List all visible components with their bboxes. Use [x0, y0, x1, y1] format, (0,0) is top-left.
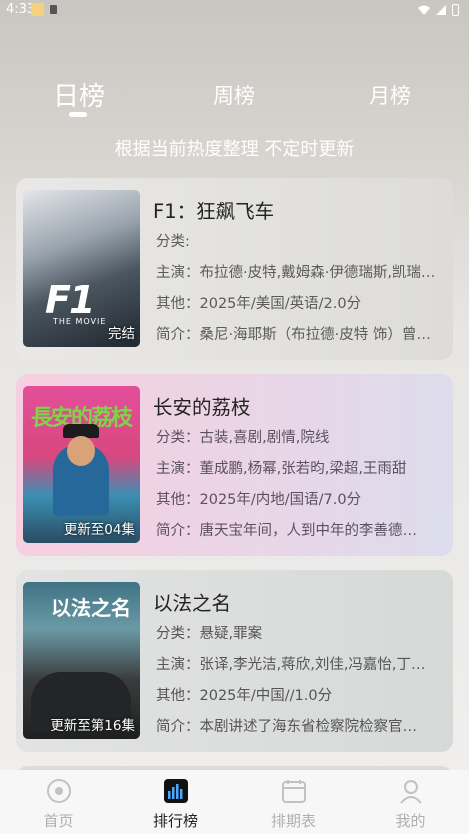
show-cast: 主演：董成鹏,杨幂,张若昀,梁超,王雨甜 — [156, 461, 407, 477]
show-other-info: 其他：2025年/美国/英语/2.0分 — [156, 296, 362, 312]
show-title: 长安的荔枝 — [153, 396, 251, 419]
ranking-card[interactable]: 長安的荔枝 更新至04集 长安的荔枝 分类：古装,喜剧,剧情,院线 主演：董成鹏… — [16, 374, 453, 556]
tab-weekly[interactable]: 周榜 — [213, 80, 255, 110]
show-other-info: 其他：2025年/内地/国语/7.0分 — [156, 492, 362, 508]
show-cast: 主演：布拉德·皮特,戴姆森·伊德瑞斯,凯瑞… — [156, 265, 436, 281]
tab-indicator — [69, 112, 87, 117]
nav-schedule-label: 排期表 — [270, 812, 316, 830]
home-icon — [47, 779, 71, 803]
poster-status-label: 更新至第16集 — [50, 718, 135, 734]
app-notification-icon — [31, 3, 44, 16]
tab-monthly[interactable]: 月榜 — [369, 80, 411, 110]
ranking-card[interactable]: 以法之名 更新至第16集 以法之名 分类：悬疑,罪案 主演：张译,李光洁,蒋欣,… — [16, 570, 453, 752]
poster-image[interactable]: 以法之名 更新至第16集 — [23, 582, 140, 739]
nav-home-label: 首页 — [43, 812, 74, 830]
nav-ranking[interactable]: 排行榜 — [117, 770, 234, 834]
poster-status-label: 更新至04集 — [63, 522, 135, 538]
show-category: 分类：悬疑,罪案 — [156, 626, 263, 642]
bottom-nav: 首页 排行榜 排期表 我的 — [0, 770, 469, 834]
poster-face — [67, 436, 95, 466]
nav-home[interactable]: 首页 — [0, 770, 117, 834]
show-category: 分类：古装,喜剧,剧情,院线 — [156, 430, 330, 446]
ranking-subtitle: 根据当前热度整理 不定时更新 — [114, 139, 355, 160]
poster-status-label: 完结 — [108, 326, 135, 342]
poster-image[interactable]: F1 THE MOVIE 完结 — [23, 190, 140, 347]
poster-logo-text: F1 — [45, 278, 95, 322]
status-bar: 4:33 — [0, 0, 469, 22]
show-title: F1：狂飙飞车 — [153, 200, 275, 223]
signal-icon — [436, 5, 446, 15]
show-category: 分类: — [156, 234, 190, 250]
ranking-tabs: 日榜 周榜 月榜 — [0, 74, 469, 124]
poster-subtitle-text: THE MOVIE — [53, 317, 107, 326]
show-intro: 简介：本剧讲述了海东省检察院检察官… — [156, 719, 417, 735]
poster-image[interactable]: 長安的荔枝 更新至04集 — [23, 386, 140, 543]
sim-card-icon — [50, 5, 57, 14]
profile-icon — [400, 780, 422, 804]
poster-title-text: 以法之名 — [51, 596, 131, 620]
show-title: 以法之名 — [153, 592, 232, 615]
wifi-icon — [418, 5, 430, 15]
battery-icon — [452, 4, 459, 16]
show-other-info: 其他：2025年/中国//1.0分 — [156, 688, 333, 704]
show-cast: 主演：张译,李光洁,蒋欣,刘佳,冯嘉怡,丁… — [156, 657, 426, 673]
show-intro: 简介：唐天宝年间，人到中年的李善德… — [156, 523, 417, 539]
calendar-icon — [282, 780, 306, 803]
ranking-chart-icon — [164, 779, 188, 803]
ranking-card[interactable]: F1 THE MOVIE 完结 F1：狂飙飞车 分类: 主演：布拉德·皮特,戴姆… — [16, 178, 453, 360]
tab-daily[interactable]: 日榜 — [53, 76, 105, 113]
nav-profile[interactable]: 我的 — [352, 770, 469, 834]
nav-schedule[interactable]: 排期表 — [235, 770, 352, 834]
show-intro: 简介：桑尼·海耶斯（布拉德·皮特 饰）曾… — [156, 327, 431, 343]
nav-profile-label: 我的 — [395, 812, 426, 830]
nav-ranking-label: 排行榜 — [152, 812, 198, 830]
